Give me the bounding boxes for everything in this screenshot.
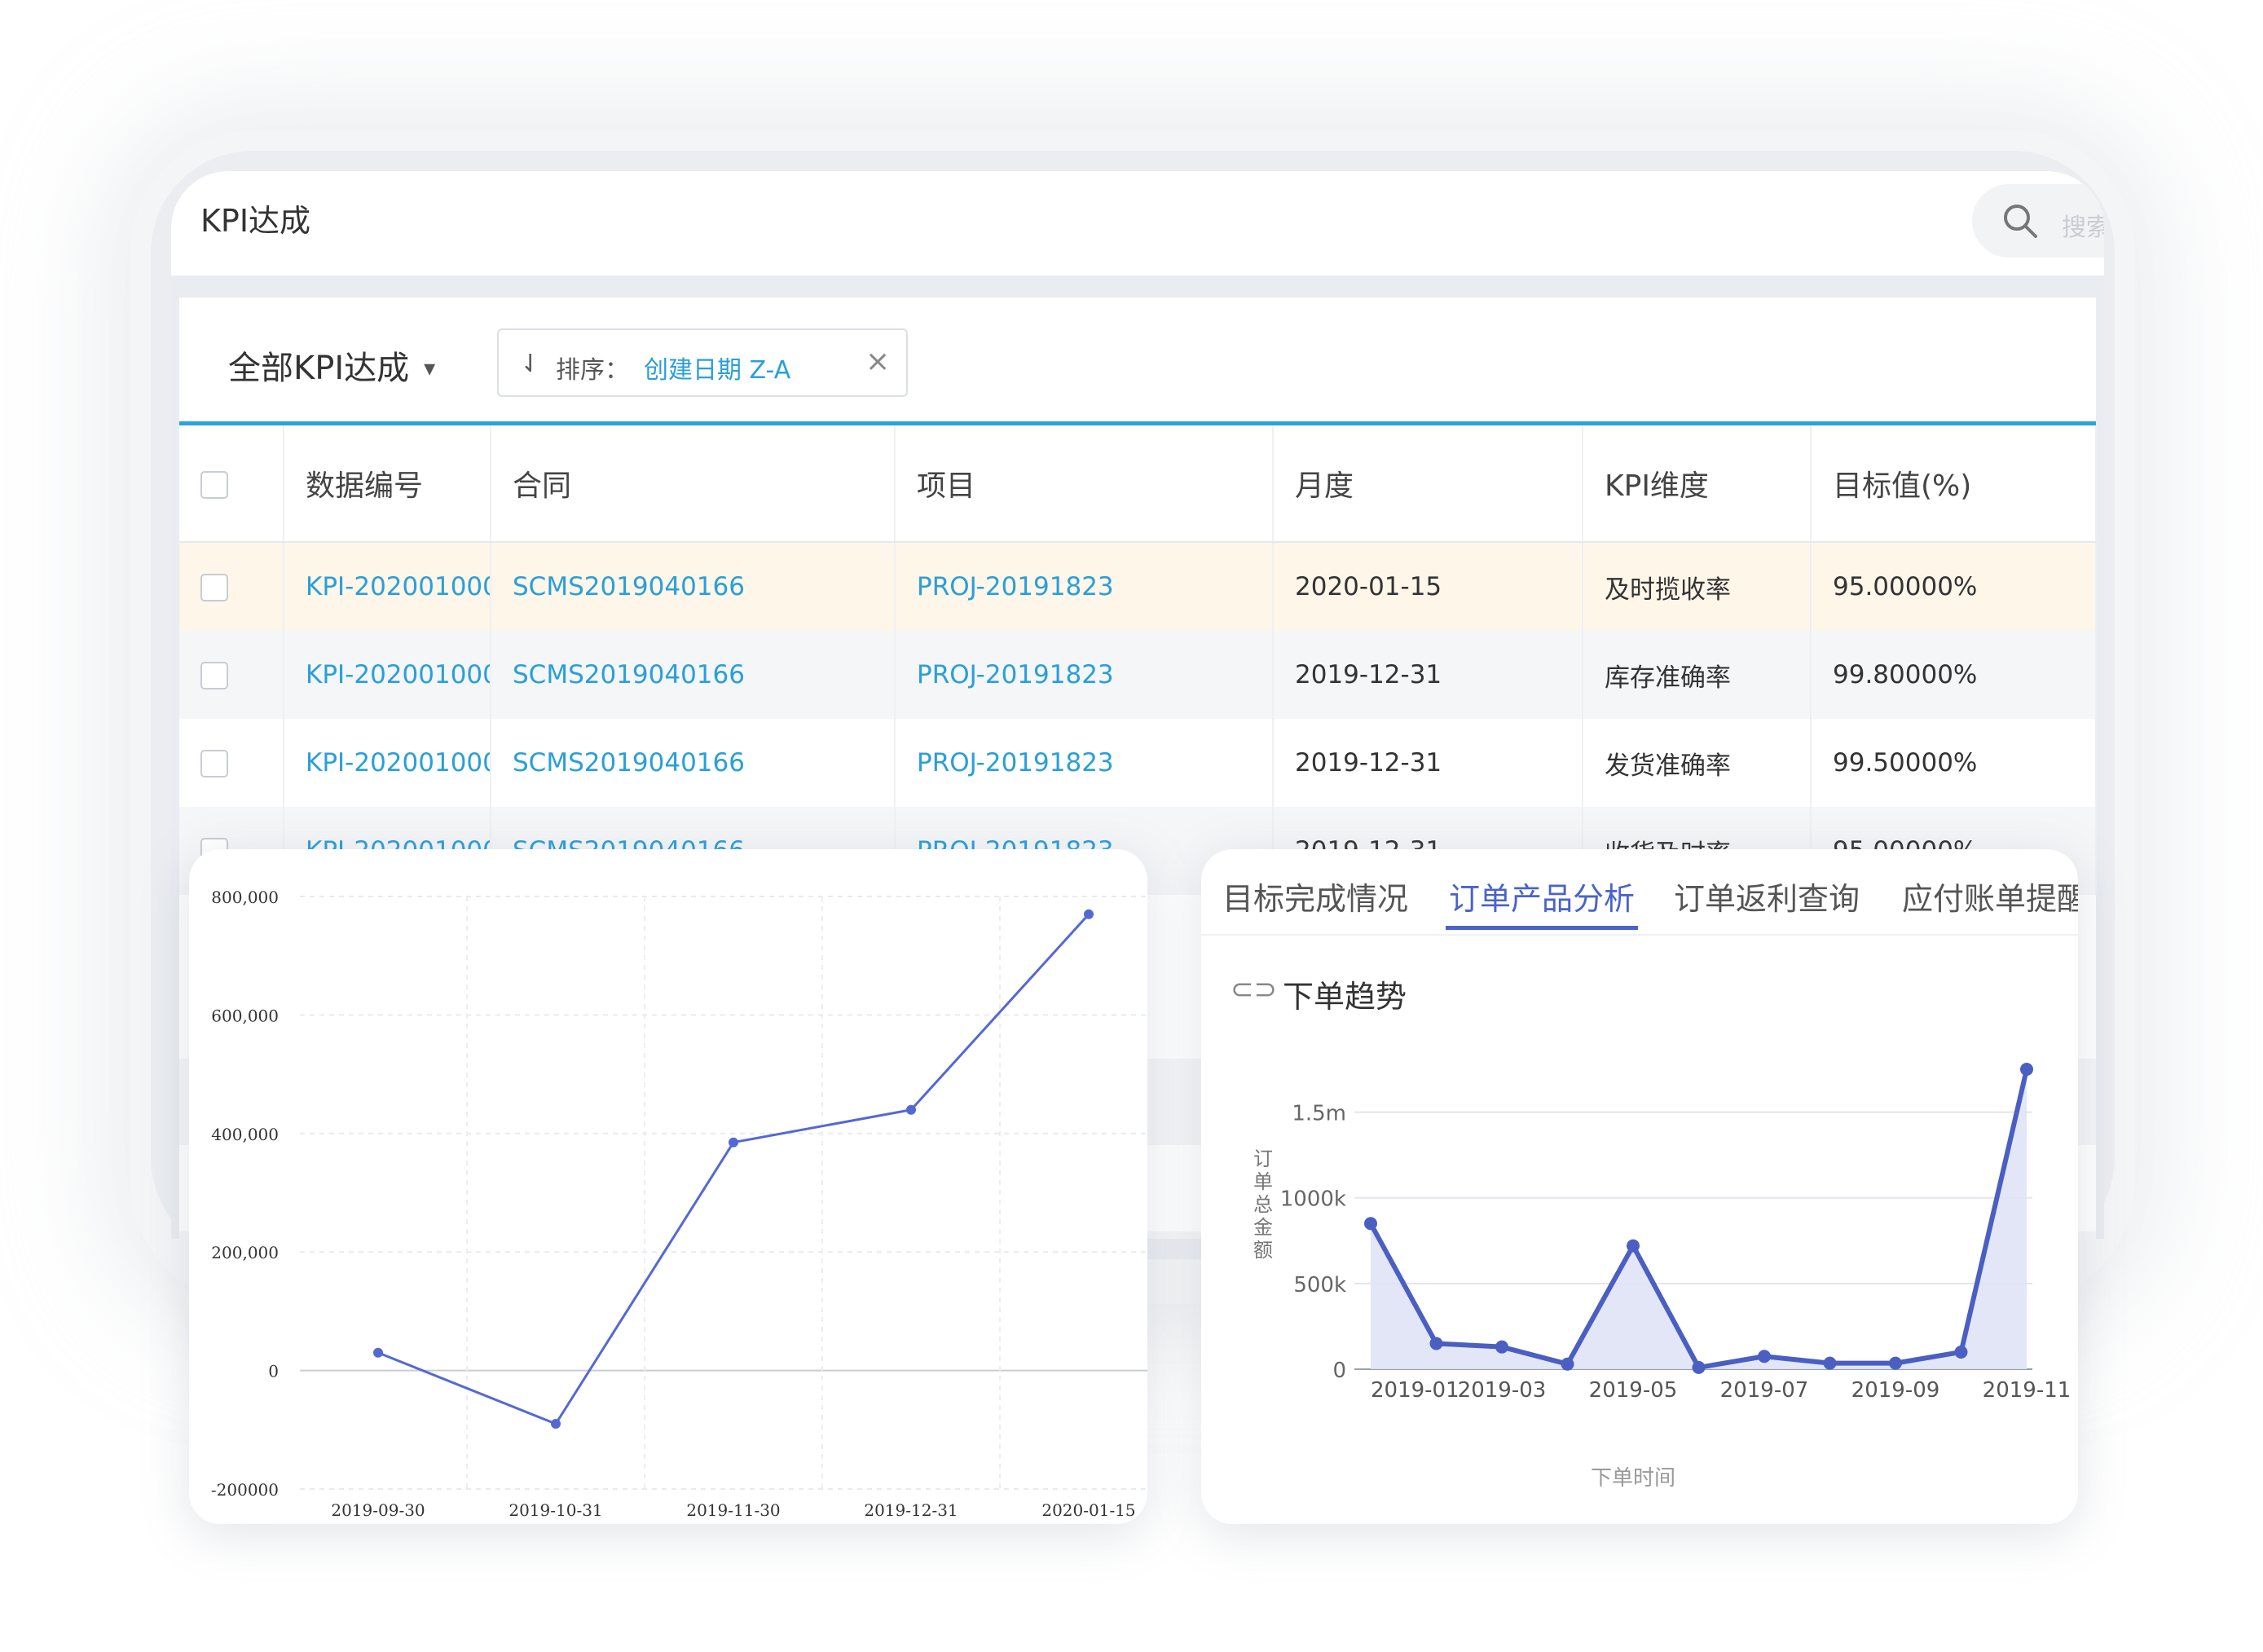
y-tick-label: 0 (1332, 1359, 1346, 1383)
data-point (1823, 1356, 1837, 1370)
x-axis-label: 下单时间 (1591, 1466, 1675, 1491)
close-icon[interactable]: × (865, 345, 890, 378)
data-point (1627, 1239, 1640, 1253)
y-tick-label: 600,000 (211, 1006, 279, 1025)
x-tick-label: 2019-01 (1371, 1378, 1460, 1403)
y-axis-label: 单 (1253, 1170, 1273, 1193)
line-chart-card: 800,000 600,000 400,000 200,000 0 -200000 2019… (189, 849, 1147, 1524)
data-point (729, 1137, 738, 1148)
data-point (2020, 1063, 2033, 1076)
x-tick-label: 2020-01-15 (1041, 1500, 1135, 1520)
row-contract-link[interactable]: SCMS2019040166 (491, 542, 896, 631)
data-point (1954, 1345, 1968, 1359)
sort-icon: ⇃ (520, 350, 541, 378)
column-header[interactable]: 项目 (895, 425, 1274, 543)
series-line (1368, 1068, 2029, 1370)
x-tick-label: 2019-10-31 (509, 1500, 602, 1520)
row-checkbox[interactable] (200, 750, 228, 778)
y-axis-label: 额 (1253, 1239, 1273, 1262)
chevron-down-icon: ▾ (424, 355, 436, 381)
data-point (1889, 1356, 1902, 1370)
data-point (1561, 1357, 1574, 1371)
data-point (1364, 1217, 1377, 1231)
data-point (1429, 1337, 1443, 1350)
column-header[interactable]: 月度 (1273, 425, 1583, 543)
y-tick-label: 1.5m (1292, 1102, 1346, 1126)
table-row[interactable]: KPI-202001000( SCMS2019040166 PROJ-20191… (179, 719, 2097, 807)
x-tick-label: 2019-07 (1720, 1378, 1809, 1403)
data-point (1692, 1360, 1706, 1374)
table-row[interactable]: KPI-202001000( SCMS2019040166 PROJ-20191… (179, 631, 2097, 719)
y-tick-label: 800,000 (211, 888, 279, 907)
x-tick-label: 2019-11 (1983, 1378, 2071, 1403)
x-tick-label: 2019-03 (1458, 1378, 1547, 1403)
order-analysis-card: 目标完成情况 订单产品分析 订单返利查询 应付账单提醒 ⊂⊃ 下单趋势 1.5m… (1201, 849, 2078, 1524)
select-all-checkbox[interactable] (200, 470, 228, 499)
kpi-table: 数据编号 合同 项目 月度 KPI维度 目标值(%) KPI-202001000… (179, 425, 2097, 895)
row-project-link[interactable]: PROJ-20191823 (895, 719, 1274, 807)
row-month: 2019-12-31 (1273, 719, 1583, 807)
x-tick-label: 2019-09-30 (331, 1500, 425, 1520)
row-id-link[interactable]: KPI-202001000( (284, 631, 491, 719)
y-tick-label: 200,000 (211, 1243, 279, 1262)
table-header-row: 数据编号 合同 项目 月度 KPI维度 目标值(%) (179, 425, 2097, 543)
column-header[interactable]: 合同 (491, 425, 896, 543)
view-dropdown[interactable]: 全部KPI达成 ▾ (228, 341, 435, 389)
row-target: 99.80000% (1811, 631, 2097, 719)
area-chart: 1.5m 1000k 500k 0 2019-012019-03 2019-05 2019-… (1253, 1063, 2071, 1491)
data-point (551, 1419, 561, 1430)
row-id-link[interactable]: KPI-202001000( (284, 542, 491, 631)
row-dimension: 库存准确率 (1583, 631, 1812, 719)
x-tick-label: 2019-11-30 (686, 1500, 780, 1520)
list-toolbar: 全部KPI达成 ▾ ⇃ 排序： 创建日期 Z-A × (179, 297, 2096, 420)
data-point (906, 1104, 916, 1115)
data-point (1758, 1350, 1771, 1363)
y-axis-label: 金 (1253, 1216, 1273, 1239)
sort-label: 排序： (556, 356, 629, 385)
data-point (373, 1347, 383, 1358)
y-tick-label: 500k (1293, 1273, 1346, 1297)
row-id-link[interactable]: KPI-202001000( (284, 719, 491, 807)
x-tick-label: 2019-12-31 (864, 1500, 958, 1520)
row-checkbox[interactable] (200, 662, 228, 690)
line-chart: 800,000 600,000 400,000 200,000 0 -200000 2019… (211, 888, 1147, 1520)
row-project-link[interactable]: PROJ-20191823 (895, 631, 1274, 719)
view-dropdown-label: 全部KPI达成 (228, 350, 410, 387)
series-line (377, 913, 1090, 1425)
sort-chip[interactable]: ⇃ 排序： 创建日期 Z-A × (497, 328, 908, 397)
x-tick-label: 2019-05 (1589, 1378, 1678, 1403)
row-target: 99.50000% (1811, 719, 2097, 807)
data-point (1495, 1340, 1508, 1354)
y-axis-label: 订 (1253, 1148, 1273, 1170)
y-axis-label: 总 (1253, 1193, 1273, 1216)
data-point (1084, 909, 1094, 919)
row-month: 2019-12-31 (1273, 631, 1583, 719)
column-header[interactable]: 数据编号 (284, 425, 491, 543)
row-project-link[interactable]: PROJ-20191823 (895, 542, 1274, 631)
page-title: KPI达成 (200, 203, 311, 239)
x-tick-label: 2019-09 (1851, 1378, 1940, 1403)
row-checkbox[interactable] (200, 574, 228, 602)
search-input[interactable]: 搜索 (1972, 184, 2104, 258)
row-dimension: 发货准确率 (1583, 719, 1812, 807)
row-target: 95.00000% (1811, 542, 2097, 631)
top-bar: KPI达成 搜索 (171, 171, 2104, 275)
row-contract-link[interactable]: SCMS2019040166 (491, 719, 896, 807)
column-header[interactable]: KPI维度 (1583, 425, 1812, 543)
row-month: 2020-01-15 (1273, 542, 1583, 631)
series-area (1371, 1069, 2027, 1369)
column-header[interactable]: 目标值(%) (1811, 425, 2097, 543)
y-tick-label: 1000k (1280, 1187, 1346, 1212)
row-contract-link[interactable]: SCMS2019040166 (491, 631, 896, 719)
sort-value: 创建日期 Z-A (644, 356, 791, 385)
search-placeholder: 搜索 (2062, 214, 2104, 242)
row-dimension: 及时揽收率 (1583, 542, 1812, 631)
y-tick-label: -200000 (211, 1480, 279, 1500)
y-tick-label: 0 (268, 1362, 279, 1381)
search-icon (2004, 205, 2037, 238)
select-all-cell (179, 425, 284, 543)
table-row[interactable]: KPI-202001000( SCMS2019040166 PROJ-20191… (179, 542, 2097, 631)
y-tick-label: 400,000 (211, 1125, 279, 1144)
